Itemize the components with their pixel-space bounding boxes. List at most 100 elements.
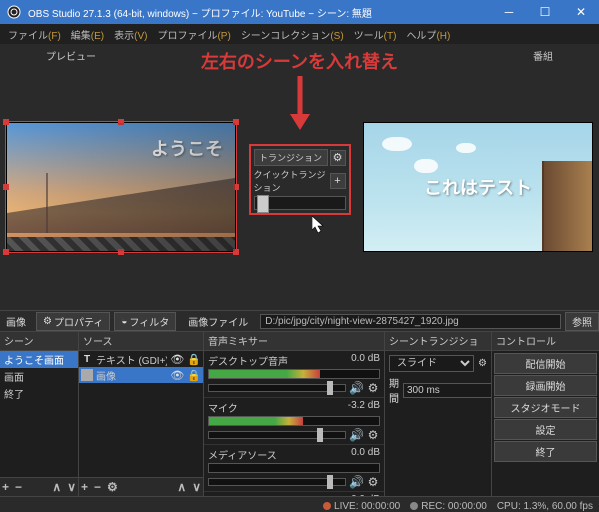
scene-transition-dock: シーントランジション スライド ⚙ 期間 ▲▼ — [385, 332, 492, 496]
speaker-icon[interactable]: 🔊 — [349, 381, 363, 395]
mixer-channel: デスクトップ音声0.0 dB 🔊⚙ — [204, 351, 384, 398]
start-streaming-button[interactable]: 配信開始 — [494, 353, 597, 374]
properties-button[interactable]: ⚙プロパティ — [36, 312, 110, 331]
controls-header: コントロール — [492, 332, 599, 351]
transition-type-select[interactable]: スライド — [389, 355, 474, 372]
move-down-icon[interactable]: ∨ — [192, 480, 201, 494]
image-source-icon — [81, 369, 93, 381]
menu-edit[interactable]: 編集(E) — [67, 26, 108, 43]
transition-body: スライド ⚙ 期間 ▲▼ — [385, 351, 491, 496]
duration-field[interactable] — [403, 383, 491, 398]
source-item[interactable]: 画像 👁 🔒 — [79, 367, 203, 383]
lock-icon[interactable]: 🔒 — [187, 353, 201, 366]
titlebar: OBS Studio 27.1.3 (64-bit, windows) − プロ… — [0, 0, 599, 24]
minimize-button[interactable]: ─ — [491, 0, 527, 24]
speaker-icon[interactable]: 🔊 — [349, 475, 363, 489]
controls-dock: コントロール 配信開始 録画開始 スタジオモード 設定 終了 — [492, 332, 599, 496]
live-status: LIVE: 00:00:00 — [323, 501, 400, 512]
controls-body: 配信開始 録画開始 スタジオモード 設定 終了 — [492, 351, 599, 496]
level-meter — [208, 369, 380, 379]
preview-thumbnail[interactable]: ようこそ — [6, 122, 236, 252]
scenes-header: シーン — [0, 332, 78, 351]
visibility-icon[interactable]: 👁 — [170, 353, 184, 366]
exit-button[interactable]: 終了 — [494, 441, 597, 462]
transition-header: シーントランジション — [385, 332, 491, 351]
preview-text-overlay: ようこそ — [151, 135, 223, 161]
window-title: OBS Studio 27.1.3 (64-bit, windows) − プロ… — [28, 5, 491, 20]
add-source-icon[interactable]: + — [81, 480, 88, 494]
volume-slider[interactable] — [208, 384, 346, 392]
sources-dock: ソース T テキスト (GDI+) 3 👁 🔒 画像 👁 🔒 + − ⚙ ∧ ∨ — [79, 332, 204, 496]
level-meter — [208, 463, 380, 473]
start-recording-button[interactable]: 録画開始 — [494, 375, 597, 396]
gear-icon: ⚙ — [43, 316, 52, 327]
source-item[interactable]: T テキスト (GDI+) 3 👁 🔒 — [79, 351, 203, 367]
scene-item[interactable]: 画面 — [0, 368, 78, 385]
gear-icon[interactable]: ⚙ — [366, 475, 380, 489]
quick-transition-label: クイックトランジション — [254, 168, 328, 194]
mixer-body: デスクトップ音声0.0 dB 🔊⚙ マイク-3.2 dB 🔊⚙ メディアソース0… — [204, 351, 384, 496]
move-up-icon[interactable]: ∧ — [177, 480, 186, 494]
settings-button[interactable]: 設定 — [494, 419, 597, 440]
menu-view[interactable]: 表示(V) — [110, 26, 151, 43]
visibility-icon[interactable]: 👁 — [170, 369, 184, 382]
image-path-field[interactable]: D:/pic/jpg/city/night-view-2875427_1920.… — [260, 314, 561, 329]
add-quick-transition-icon[interactable]: + — [330, 173, 346, 189]
transition-settings-icon[interactable]: ⚙ — [330, 150, 346, 166]
selection-handles[interactable] — [5, 121, 237, 253]
volume-slider[interactable] — [208, 478, 346, 486]
mixer-channel: メディアソース0.0 dB 🔊⚙ — [204, 445, 384, 492]
speaker-icon[interactable]: 🔊 — [349, 428, 363, 442]
docks: シーン ようこそ画面 画面 終了 + − ∧ ∨ ソース T テキスト (GDI… — [0, 332, 599, 496]
close-button[interactable]: ✕ — [563, 0, 599, 24]
gear-icon[interactable]: ⚙ — [478, 358, 487, 369]
cpu-status: CPU: 1.3%, 60.00 fps — [497, 501, 593, 512]
source-settings-icon[interactable]: ⚙ — [107, 480, 118, 494]
transition-slider[interactable] — [254, 196, 346, 210]
remove-source-icon[interactable]: − — [94, 480, 101, 494]
image-file-label: 画像ファイル — [182, 312, 254, 331]
gear-icon[interactable]: ⚙ — [366, 428, 380, 442]
mixer-channel: マイク-3.2 dB 🔊⚙ — [204, 398, 384, 445]
menu-tools[interactable]: ツール(T) — [350, 26, 401, 43]
transition-button[interactable]: トランジション — [254, 149, 328, 166]
text-source-icon: T — [81, 353, 93, 365]
program-thumbnail[interactable]: これはテスト — [363, 122, 593, 252]
sources-list[interactable]: T テキスト (GDI+) 3 👁 🔒 画像 👁 🔒 — [79, 351, 203, 477]
app-icon — [6, 4, 22, 20]
menu-scene-collection[interactable]: シーンコレクション(S) — [237, 26, 348, 43]
gear-icon[interactable]: ⚙ — [366, 381, 380, 395]
scene-item[interactable]: ようこそ画面 — [0, 351, 78, 368]
filter-icon: ◒ — [121, 316, 127, 327]
program-label: 番組 — [527, 47, 559, 64]
source-type-label: 画像 — [0, 312, 32, 331]
program-text-overlay: これはテスト — [424, 174, 532, 200]
statusbar: LIVE: 00:00:00 REC: 00:00:00 CPU: 1.3%, … — [0, 496, 599, 512]
add-scene-icon[interactable]: + — [2, 480, 9, 494]
volume-slider[interactable] — [208, 431, 346, 439]
move-down-icon[interactable]: ∨ — [67, 480, 76, 494]
menu-file[interactable]: ファイル(F) — [4, 26, 65, 43]
filter-button[interactable]: ◒フィルタ — [114, 312, 176, 331]
move-up-icon[interactable]: ∧ — [52, 480, 61, 494]
audio-mixer-dock: 音声ミキサー デスクトップ音声0.0 dB 🔊⚙ マイク-3.2 dB 🔊⚙ メ… — [204, 332, 385, 496]
studio-canvas: ようこそ トランジション ⚙ クイックトランジション + これはテスト — [0, 64, 599, 310]
sources-header: ソース — [79, 332, 203, 351]
level-meter — [208, 416, 380, 426]
mixer-header: 音声ミキサー — [204, 332, 384, 351]
mixer-channel: 映像キャプチャデバイス0.0 dB 🔊⚙ — [204, 492, 384, 496]
menu-profile[interactable]: プロファイル(P) — [153, 26, 234, 43]
preview-label: プレビュー — [40, 47, 102, 64]
menu-help[interactable]: ヘルプ(H) — [402, 26, 454, 43]
maximize-button[interactable]: ☐ — [527, 0, 563, 24]
scenes-dock: シーン ようこそ画面 画面 終了 + − ∧ ∨ — [0, 332, 79, 496]
cursor-icon — [312, 216, 326, 237]
lock-icon[interactable]: 🔒 — [187, 369, 201, 382]
source-info-bar: 画像 ⚙プロパティ ◒フィルタ 画像ファイル D:/pic/jpg/city/n… — [0, 310, 599, 332]
remove-scene-icon[interactable]: − — [15, 480, 22, 494]
studio-mode-button[interactable]: スタジオモード — [494, 397, 597, 418]
scenes-list[interactable]: ようこそ画面 画面 終了 — [0, 351, 78, 477]
rec-status: REC: 00:00:00 — [410, 501, 487, 512]
browse-button[interactable]: 参照 — [565, 312, 599, 331]
scene-item[interactable]: 終了 — [0, 385, 78, 402]
